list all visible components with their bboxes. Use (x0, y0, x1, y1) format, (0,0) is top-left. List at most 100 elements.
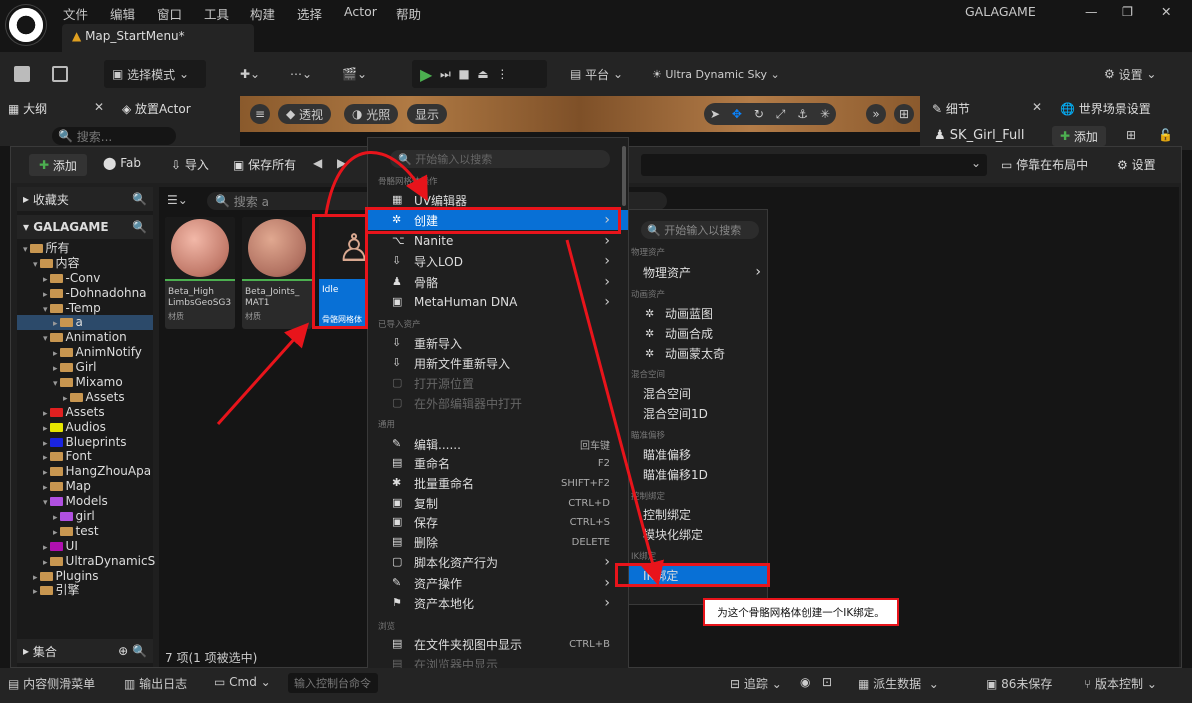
select-arrow-icon[interactable]: ➤ (710, 107, 720, 121)
settings-button[interactable]: ⚙ 设置 ⌄ (1104, 60, 1156, 88)
outliner-search[interactable]: 🔍 搜索... (52, 127, 176, 145)
context-menu-item[interactable]: ▤ 在文件夹视图中显示 CTRL+B (368, 634, 628, 654)
layout-icon[interactable]: ⊞ (894, 104, 914, 124)
expand-arrow-icon[interactable]: ▸ (53, 364, 58, 374)
context-menu-item[interactable]: ▢ 脚本化资产行为 › (368, 552, 628, 572)
folder-item[interactable]: ▾ 所有 (17, 241, 153, 256)
search-icon[interactable]: 🔍 (132, 192, 147, 206)
context-menu-item[interactable]: ▤ 重命名 F2 (368, 453, 628, 473)
submenu-item[interactable]: 瞄准偏移 (629, 444, 767, 464)
perspective-button[interactable]: ◆ 透视 (278, 104, 332, 124)
surface-icon[interactable]: ⚓ (797, 107, 808, 121)
save-all-button[interactable]: ▣ 保存所有 (233, 156, 296, 173)
trace-button[interactable]: ⊟ 追踪 ⌄ (730, 675, 782, 692)
rotate-icon[interactable]: ↻ (754, 107, 764, 121)
context-menu-item[interactable]: ▣ 复制 CTRL+D (368, 493, 628, 513)
expand-arrow-icon[interactable]: ▸ (43, 558, 48, 568)
close-details-icon[interactable]: ✕ (1032, 100, 1042, 114)
blueprint-button[interactable]: ⋯⌄ (290, 60, 312, 88)
move-icon[interactable]: ✥ (732, 107, 742, 121)
project-section[interactable]: ▾ GALAGAME 🔍 (17, 215, 153, 239)
context-menu-item[interactable]: ✱ 批量重命名 SHIFT+F2 (368, 473, 628, 493)
folder-item[interactable]: ▸ UltraDynamicS (17, 554, 155, 569)
search-icon[interactable]: 🔍 (132, 220, 147, 234)
restore-icon[interactable]: ❐ (1122, 4, 1133, 19)
content-drawer-button[interactable]: ▤ 内容侧滑菜单 (8, 675, 95, 692)
context-menu-item[interactable]: ▣ MetaHuman DNA › (368, 292, 628, 312)
expand-arrow-icon[interactable]: ▸ (43, 424, 48, 434)
console-input[interactable]: 输入控制台命令 (288, 673, 378, 693)
unreal-logo-icon[interactable] (6, 5, 46, 45)
scrollbar[interactable] (622, 146, 626, 206)
world-settings-tab[interactable]: 🌐 世界场景设置 (1060, 100, 1151, 117)
menu-tools[interactable]: 工具 (204, 4, 229, 23)
expand-arrow-icon[interactable]: ▸ (53, 349, 58, 359)
play-icon[interactable]: ▶ (420, 65, 432, 84)
context-menu-item[interactable]: ⇩ 用新文件重新导入 (368, 353, 628, 373)
collections-section[interactable]: ▸ 集合 ⊕ 🔍 (17, 639, 153, 663)
show-button[interactable]: 显示 (407, 104, 448, 124)
expand-arrow-icon[interactable]: ▸ (33, 573, 38, 583)
folder-item[interactable]: ▸ Audios (17, 420, 153, 435)
asset-card[interactable]: Beta_High LimbsGeoSG3 材质 (165, 217, 235, 329)
context-menu-item[interactable]: ♟ 骨骼 › (368, 272, 628, 292)
path-bar[interactable]: ⌄ (641, 154, 987, 176)
cinematics-button[interactable]: 🎬⌄ (342, 60, 367, 88)
expand-arrow-icon[interactable]: ▸ (53, 513, 58, 523)
expand-arrow-icon[interactable]: ▾ (43, 305, 48, 315)
expand-arrow-icon[interactable]: ▾ (23, 245, 28, 255)
context-menu-item[interactable]: ✎ 编辑...... 回车键 (368, 434, 628, 454)
menu-build[interactable]: 构建 (250, 4, 275, 23)
source-control-icon[interactable] (52, 60, 68, 88)
folder-item[interactable]: ▾ 内容 (17, 256, 153, 271)
import-button[interactable]: ⇩ 导入 (171, 156, 209, 173)
output-log-button[interactable]: ▥ 输出日志 (124, 675, 187, 692)
context-menu-item[interactable]: ⌥ Nanite › (368, 231, 628, 251)
cb-add-button[interactable]: ✚ 添加 (29, 154, 87, 176)
expand-arrow-icon[interactable]: ▸ (63, 394, 68, 404)
context-menu-item[interactable]: ⇩ 重新导入 (368, 333, 628, 353)
viewport-more-icon[interactable]: » (866, 104, 886, 124)
expand-arrow-icon[interactable]: ▸ (43, 468, 48, 478)
snap-icon[interactable]: ✳ (820, 107, 830, 121)
details-tab[interactable]: ✎ 细节 (932, 100, 970, 117)
hierarchy-icon[interactable]: ⊞ (1126, 128, 1136, 142)
expand-arrow-icon[interactable]: ▸ (33, 587, 38, 597)
context-search[interactable]: 🔍 开始输入以搜索 (390, 150, 610, 168)
context-menu-item[interactable]: ▤ 删除 DELETE (368, 532, 628, 552)
map-tab[interactable]: ▲ Map_StartMenu* (62, 24, 254, 52)
folder-item[interactable]: ▸ Plugins (17, 569, 153, 584)
menu-actor[interactable]: Actor (344, 4, 377, 19)
folder-item[interactable]: ▸ -Dohnadohna (17, 286, 153, 301)
submenu-item[interactable]: 模块化绑定 (629, 524, 767, 544)
mode-select[interactable]: ▣ 选择模式 ⌄ (104, 60, 206, 88)
menu-select[interactable]: 选择 (297, 4, 322, 23)
level-viewport[interactable]: ≡ ◆ 透视 ◑ 光照 显示 ➤ ✥ ↻ ⤢ ⚓ ✳ » ⊞ (240, 96, 920, 132)
expand-arrow-icon[interactable]: ▾ (43, 498, 48, 508)
submenu-item[interactable]: 物理资产 › (629, 262, 767, 282)
record-icon[interactable]: ◉ (800, 675, 810, 689)
filter-icon[interactable]: ☰⌄ (167, 193, 188, 207)
folder-item[interactable]: ▸ Girl (17, 360, 153, 375)
submenu-item[interactable]: 瞄准偏移1D (629, 464, 767, 484)
details-add-button[interactable]: ✚ 添加 (1052, 126, 1106, 146)
submenu-search[interactable]: 🔍 开始输入以搜索 (641, 221, 759, 239)
platform-button[interactable]: ▤ 平台 ⌄ (570, 60, 623, 88)
folder-item[interactable]: ▸ 引擎 (17, 583, 153, 598)
favorites-section[interactable]: ▸ 收藏夹 🔍 (17, 187, 153, 211)
unsaved-button[interactable]: ▣ 86未保存 (986, 675, 1052, 692)
folder-item[interactable]: ▸ AnimNotify (17, 345, 153, 360)
folder-item[interactable]: ▸ Map (17, 479, 153, 494)
folder-item[interactable]: ▸ test (17, 524, 153, 539)
folder-item[interactable]: ▸ a (17, 315, 153, 331)
fab-button[interactable]: ⬤ Fab (103, 156, 141, 170)
add-collection-icon[interactable]: ⊕ (118, 644, 132, 658)
submenu-item[interactable]: ✲ 动画合成 (629, 323, 767, 343)
viewport-menu-icon[interactable]: ≡ (250, 104, 270, 124)
submenu-item[interactable]: ✲ 动画蒙太奇 (629, 343, 767, 363)
folder-item[interactable]: ▾ Animation (17, 330, 153, 345)
submenu-item[interactable]: ✲ 动画蓝图 (629, 303, 767, 323)
menu-help[interactable]: 帮助 (396, 4, 421, 23)
expand-arrow-icon[interactable]: ▸ (43, 439, 48, 449)
context-menu-item[interactable]: ⚑ 资产本地化 › (368, 593, 628, 613)
